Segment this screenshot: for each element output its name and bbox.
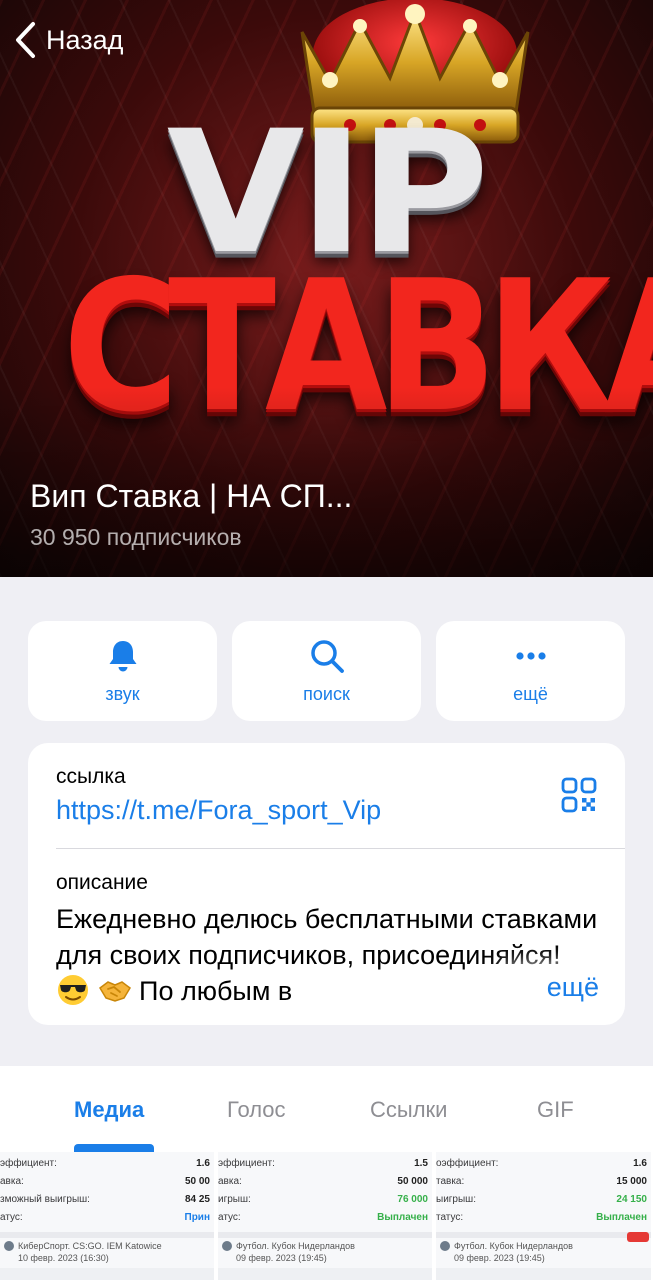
media-event: КиберСпорт. CS:GO. IEM Katowice 10 февр. … — [4, 1240, 162, 1264]
search-button[interactable]: поиск — [232, 621, 421, 721]
channel-actions: звук поиск ещё — [28, 621, 625, 721]
back-button[interactable]: Назад — [12, 18, 123, 62]
description-text: Ежедневно делюсь бесплатными ставками дл… — [56, 901, 605, 1009]
channel-link[interactable]: https://t.me/Fora_sport_Vip — [56, 795, 605, 826]
row-key: игрыш: — [218, 1194, 251, 1205]
link-label: ссылка — [56, 765, 126, 788]
media-row: атус: Выплачен — [218, 1212, 428, 1228]
description-section: описание Ежедневно делюсь бесплатными ст… — [56, 871, 605, 1009]
media-row: эффициент: 1.5 — [218, 1158, 428, 1174]
row-value: 1.6 — [633, 1158, 647, 1169]
chevron-left-icon — [16, 22, 35, 58]
row-value: 50 000 — [397, 1176, 428, 1187]
event-name: Футбол. Кубок Нидерландов — [454, 1241, 573, 1251]
media-bottom-strip — [218, 1268, 432, 1280]
more-label: ещё — [513, 683, 548, 704]
event-date: 09 февр. 2023 (19:45) — [236, 1253, 327, 1263]
subscriber-count: 30 950 подписчиков — [30, 524, 242, 550]
media-separator — [218, 1232, 432, 1238]
row-key: оэффициент: — [436, 1158, 499, 1169]
media-separator — [436, 1232, 651, 1238]
row-value: Прин — [184, 1212, 210, 1223]
description-more-link[interactable]: ещё — [538, 972, 599, 1003]
event-name: КиберСпорт. CS:GO. IEM Katowice — [18, 1241, 162, 1251]
media-row: татус: Выплачен — [436, 1212, 647, 1228]
description-label: описание — [56, 871, 148, 894]
channel-cover: VIP СТАВКА Назад Вип Ставка | НА СП... 3… — [0, 0, 653, 577]
media-row: ыигрыш: 24 150 — [436, 1194, 647, 1210]
tab-media[interactable]: Медиа — [74, 1097, 144, 1123]
media-tabs: Медиа Голос Ссылки GIF — [0, 1066, 653, 1152]
sound-label: звук — [105, 683, 140, 704]
media-event: Футбол. Кубок Нидерландов 09 февр. 2023 (… — [440, 1240, 573, 1264]
handshake-emoji-icon — [98, 981, 131, 1002]
event-date: 09 февр. 2023 (19:45) — [454, 1253, 545, 1263]
description-text-part2: По любым в — [139, 976, 293, 1006]
media-row: атус: Прин — [0, 1212, 210, 1228]
row-key: атус: — [0, 1212, 23, 1223]
sport-icon — [222, 1241, 232, 1251]
media-row: эффициент: 1.6 — [0, 1158, 210, 1174]
media-row: оэффициент: 1.6 — [436, 1158, 647, 1174]
bell-icon — [109, 640, 136, 671]
row-key: тавка: — [436, 1176, 465, 1187]
channel-title: Вип Ставка | НА СП... — [30, 478, 353, 514]
row-key: эффициент: — [218, 1158, 275, 1169]
tab-links[interactable]: Ссылки — [370, 1097, 447, 1123]
row-key: зможный выигрыш: — [0, 1194, 90, 1205]
row-value: 15 000 — [616, 1176, 647, 1187]
sunglasses-emoji-icon — [58, 975, 88, 1005]
row-key: эффициент: — [0, 1158, 57, 1169]
more-button[interactable]: ещё — [436, 621, 625, 721]
back-label: Назад — [46, 24, 124, 55]
media-event: Футбол. Кубок Нидерландов 09 февр. 2023 (… — [222, 1240, 355, 1264]
media-row: тавка: 15 000 — [436, 1176, 647, 1192]
row-value: 1.5 — [414, 1158, 428, 1169]
tab-gif[interactable]: GIF — [537, 1097, 574, 1123]
media-row: авка: 50 00 — [0, 1176, 210, 1192]
row-value: Выплачен — [377, 1212, 428, 1223]
media-thumbnail-3[interactable]: оэффициент: 1.6 тавка: 15 000 ыигрыш: 24 15… — [436, 1152, 653, 1280]
sport-icon — [4, 1241, 14, 1251]
row-key: ыигрыш: — [436, 1194, 476, 1205]
row-key: атус: — [218, 1212, 241, 1223]
media-separator — [0, 1232, 214, 1238]
sport-icon — [440, 1241, 450, 1251]
info-divider — [56, 848, 625, 849]
event-name: Футбол. Кубок Нидерландов — [236, 1241, 355, 1251]
media-row: авка: 50 000 — [218, 1176, 428, 1192]
sound-button[interactable]: звук — [28, 621, 217, 721]
tab-voice[interactable]: Голос — [227, 1097, 286, 1123]
active-tab-indicator — [74, 1144, 154, 1152]
row-value: 76 000 — [397, 1194, 428, 1205]
qr-code-icon[interactable] — [561, 777, 597, 813]
media-row: зможный выигрыш: 84 25 — [0, 1194, 210, 1210]
media-thumbnail-2[interactable]: эффициент: 1.5 авка: 50 000 игрыш: 76 000 а… — [218, 1152, 434, 1280]
more-icon — [515, 651, 546, 660]
media-grid: эффициент: 1.6 авка: 50 00 зможный выигрыш… — [0, 1152, 653, 1280]
live-badge — [627, 1232, 649, 1242]
row-key: авка: — [0, 1176, 24, 1187]
row-key: авка: — [218, 1176, 242, 1187]
row-value: Выплачен — [596, 1212, 647, 1223]
row-value: 1.6 — [196, 1158, 210, 1169]
row-value: 24 150 — [616, 1194, 647, 1205]
channel-info-card: ссылка https://t.me/Fora_sport_Vip описа… — [28, 743, 625, 1025]
row-value: 84 25 — [184, 1194, 210, 1205]
search-icon — [310, 639, 344, 673]
media-row: игрыш: 76 000 — [218, 1194, 428, 1210]
search-label: поиск — [303, 683, 350, 704]
media-bottom-strip — [0, 1268, 214, 1280]
link-section: ссылка https://t.me/Fora_sport_Vip — [56, 765, 605, 826]
media-bottom-strip — [436, 1268, 651, 1280]
row-key: татус: — [436, 1212, 464, 1223]
event-date: 10 февр. 2023 (16:30) — [18, 1253, 109, 1263]
row-value: 50 00 — [184, 1176, 210, 1187]
media-thumbnail-1[interactable]: эффициент: 1.6 авка: 50 00 зможный выигрыш… — [0, 1152, 216, 1280]
description-text-part1: Ежедневно делюсь бесплатными ставками дл… — [56, 904, 598, 970]
